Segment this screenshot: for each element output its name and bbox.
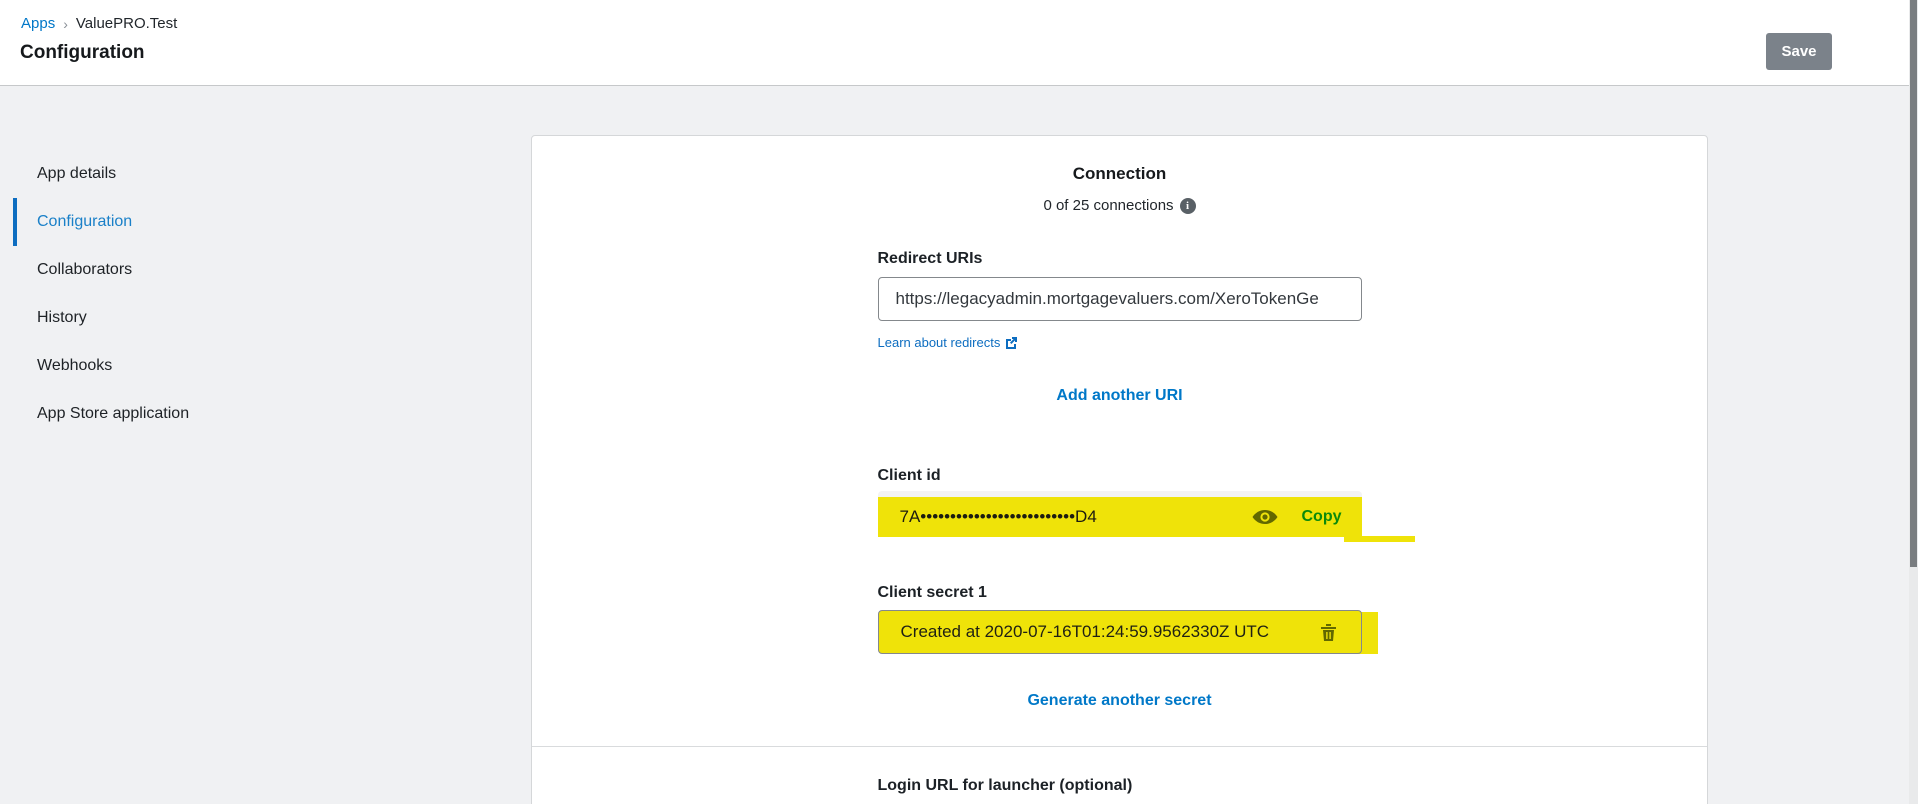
client-id-masked-value: 7A••••••••••••••••••••••••••D4 bbox=[899, 507, 1097, 526]
add-another-uri-link[interactable]: Add another URI bbox=[1056, 387, 1182, 404]
connection-title: Connection bbox=[1072, 164, 1167, 183]
client-secret-created-text: Created at 2020-07-16T01:24:59.9562330Z … bbox=[900, 622, 1270, 641]
external-link-icon bbox=[1005, 336, 1018, 349]
learn-about-redirects-link[interactable]: Learn about redirects bbox=[878, 335, 1001, 350]
redirect-uri-input[interactable] bbox=[877, 277, 1362, 321]
client-id-label: Client id bbox=[877, 467, 941, 484]
info-icon[interactable]: i bbox=[1179, 197, 1196, 214]
sidebar-item-webhooks[interactable]: Webhooks bbox=[13, 342, 189, 390]
save-button[interactable]: Save bbox=[1766, 33, 1832, 70]
sidebar-item-history[interactable]: History bbox=[13, 294, 189, 342]
client-secret-label: Client secret 1 bbox=[877, 584, 987, 601]
breadcrumb: Apps › ValuePRO.Test bbox=[21, 15, 177, 32]
eye-icon[interactable] bbox=[1252, 509, 1278, 525]
page-header: Apps › ValuePRO.Test Configuration Save bbox=[0, 0, 1918, 86]
highlight-tail bbox=[1343, 536, 1415, 542]
sidebar-item-configuration[interactable]: Configuration bbox=[13, 198, 189, 246]
client-secret-row: Created at 2020-07-16T01:24:59.9562330Z … bbox=[877, 610, 1378, 654]
redirect-uris-label: Redirect URIs bbox=[877, 250, 983, 267]
page-title: Configuration bbox=[20, 42, 145, 63]
page-scrollbar[interactable] bbox=[1909, 0, 1918, 804]
generate-another-secret-link[interactable]: Generate another secret bbox=[1027, 692, 1211, 709]
copy-client-id-button[interactable]: Copy bbox=[1302, 508, 1342, 526]
scrollbar-thumb[interactable] bbox=[1910, 0, 1917, 567]
sidebar-item-app-details[interactable]: App details bbox=[13, 150, 189, 198]
client-secret-box: Created at 2020-07-16T01:24:59.9562330Z … bbox=[877, 610, 1362, 654]
breadcrumb-apps-link[interactable]: Apps bbox=[21, 15, 55, 32]
section-divider bbox=[532, 746, 1707, 747]
client-id-row: 7A••••••••••••••••••••••••••D4 Copy bbox=[877, 491, 1415, 542]
sidebar-item-app-store-application[interactable]: App Store application bbox=[13, 390, 189, 438]
breadcrumb-current: ValuePRO.Test bbox=[75, 15, 178, 32]
connection-count-text: 0 of 25 connections bbox=[1043, 197, 1174, 214]
login-url-label: Login URL for launcher (optional) bbox=[877, 777, 1133, 794]
connection-count: 0 of 25 connections i bbox=[878, 197, 1362, 214]
client-id-highlight: 7A••••••••••••••••••••••••••D4 Copy bbox=[877, 497, 1415, 542]
sidebar-nav: App details Configuration Collaborators … bbox=[13, 150, 189, 438]
trash-icon[interactable] bbox=[1320, 623, 1337, 642]
sidebar-item-collaborators[interactable]: Collaborators bbox=[13, 246, 189, 294]
configuration-card: Connection 0 of 25 connections i Redirec… bbox=[531, 135, 1708, 804]
breadcrumb-separator-icon: › bbox=[63, 15, 68, 32]
